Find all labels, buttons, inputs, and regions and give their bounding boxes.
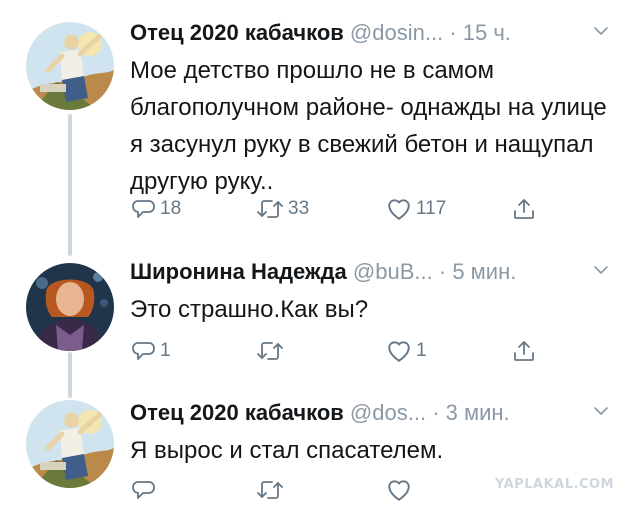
- avatar[interactable]: [26, 22, 114, 110]
- timestamp[interactable]: 3 мин.: [446, 400, 510, 425]
- watermark: YAPLAKAL.COM: [495, 477, 614, 492]
- reply-icon: [132, 339, 156, 363]
- retweet-count: 33: [288, 198, 310, 219]
- tweet-actions: [130, 474, 550, 506]
- like-button[interactable]: 117: [386, 193, 446, 225]
- tweet-header: Отец 2020 кабачков @dosin... · 15 ч.: [130, 18, 620, 48]
- author-name[interactable]: Широнина Надежда: [130, 259, 347, 284]
- share-button[interactable]: [512, 335, 536, 367]
- illustrated-avatar-icon: [26, 400, 114, 488]
- retweet-button[interactable]: [256, 474, 288, 506]
- timestamp[interactable]: 15 ч.: [463, 20, 511, 45]
- tweet-text: Мое детство прошло не в самом благополуч…: [130, 57, 607, 195]
- chevron-down-icon[interactable]: [592, 402, 610, 420]
- retweet-icon: [256, 478, 284, 502]
- author-name[interactable]: Отец 2020 кабачков: [130, 20, 344, 45]
- like-button[interactable]: [386, 474, 416, 506]
- reply-count: 18: [160, 198, 182, 219]
- illustrated-avatar-icon: [26, 22, 114, 110]
- tweet-actions: 1 1: [130, 335, 550, 367]
- heart-icon: [386, 477, 412, 503]
- chevron-down-icon[interactable]: [592, 261, 610, 279]
- tweet-header: Широнина Надежда @buB... · 5 мин.: [130, 257, 620, 287]
- like-count: 1: [416, 340, 427, 361]
- like-button[interactable]: 1: [386, 335, 427, 367]
- retweet-button[interactable]: 33: [256, 193, 309, 225]
- share-icon: [512, 197, 536, 221]
- chevron-down-icon[interactable]: [592, 22, 610, 40]
- avatar[interactable]: [26, 263, 114, 351]
- tweet-header: Отец 2020 кабачков @dos... · 3 мин.: [130, 398, 620, 428]
- author-name[interactable]: Отец 2020 кабачков: [130, 400, 344, 425]
- reply-button[interactable]: 1: [132, 335, 171, 367]
- heart-icon: [386, 196, 412, 222]
- timestamp[interactable]: 5 мин.: [452, 259, 516, 284]
- reply-button[interactable]: 18: [132, 193, 181, 225]
- separator: ·: [432, 400, 440, 425]
- author-handle[interactable]: @dosin...: [350, 20, 443, 45]
- share-button[interactable]: [512, 193, 536, 225]
- reply-icon: [132, 478, 156, 502]
- avatar[interactable]: [26, 400, 114, 488]
- tweet-1[interactable]: Отец 2020 кабачков @dosin... · 15 ч. Мое…: [0, 18, 640, 238]
- heart-icon: [386, 338, 412, 364]
- share-icon: [512, 339, 536, 363]
- tweet-actions: 18 33 117: [130, 193, 550, 225]
- photo-avatar-icon: [26, 263, 114, 351]
- author-handle[interactable]: @dos...: [350, 400, 426, 425]
- author-handle[interactable]: @buB...: [353, 259, 433, 284]
- separator: ·: [449, 20, 457, 45]
- separator: ·: [438, 259, 447, 284]
- retweet-icon: [256, 197, 284, 221]
- like-count: 117: [416, 198, 447, 219]
- reply-button[interactable]: [132, 474, 160, 506]
- tweet-text: Я вырос и стал спасателем.: [130, 437, 444, 464]
- retweet-button[interactable]: [256, 335, 288, 367]
- reply-count: 1: [160, 340, 171, 361]
- tweet-text: Это страшно.Как вы?: [130, 296, 369, 323]
- reply-icon: [132, 197, 156, 221]
- tweet-2[interactable]: Широнина Надежда @buB... · 5 мин. Это ст…: [0, 257, 640, 377]
- retweet-icon: [256, 339, 284, 363]
